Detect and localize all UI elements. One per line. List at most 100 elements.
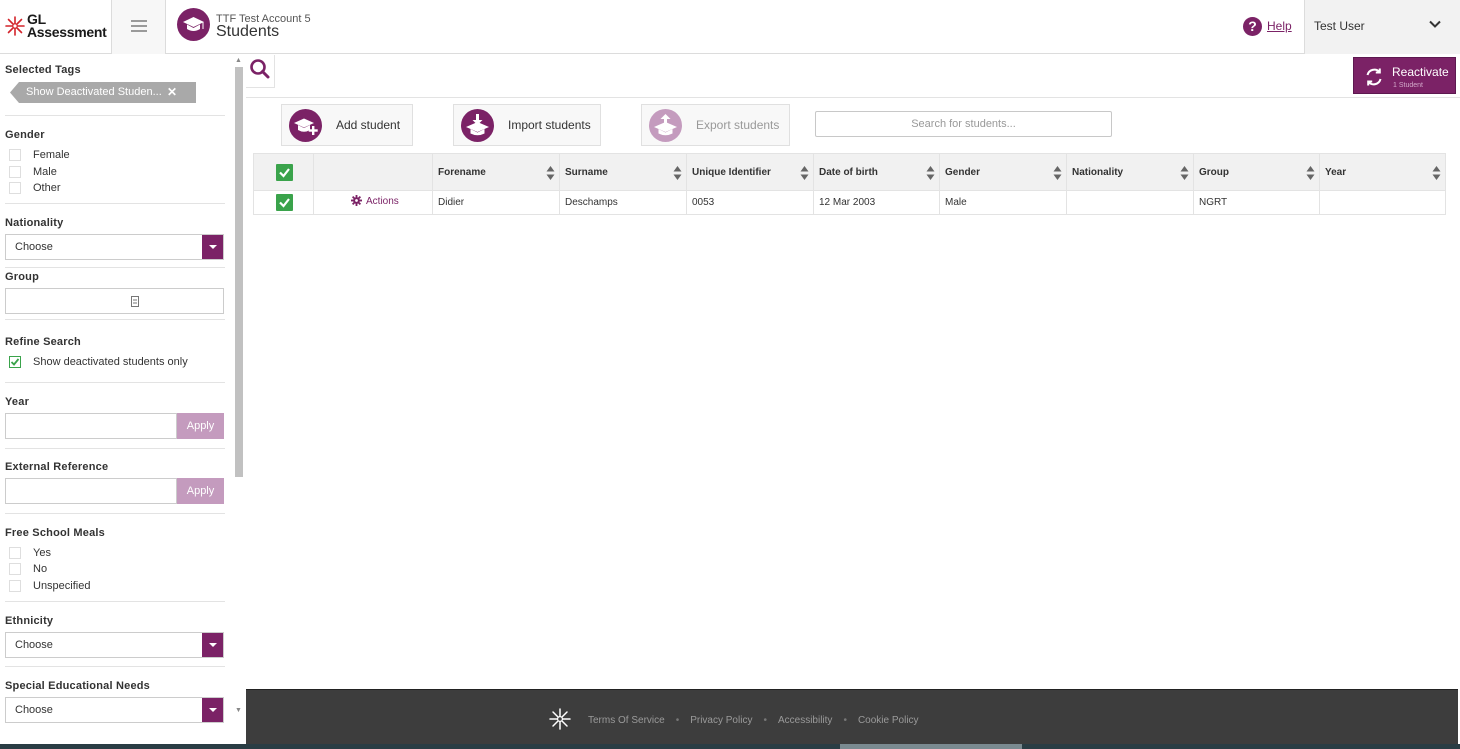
cell-text: Didier: [438, 197, 465, 208]
sen-select[interactable]: Choose: [5, 697, 224, 723]
footer-separator: •: [763, 715, 767, 726]
checkbox-label: Female: [33, 149, 70, 161]
ethnicity-select[interactable]: Choose: [5, 632, 224, 658]
graduation-cap-icon: [177, 8, 210, 41]
cell-unique-identifier: 0053: [687, 191, 814, 214]
sort-icon[interactable]: [1306, 165, 1315, 181]
checkbox[interactable]: [9, 563, 21, 575]
external-reference-apply-button[interactable]: Apply: [177, 478, 224, 504]
remove-tag-icon[interactable]: ✕: [167, 82, 177, 103]
column-header-label: Unique Identifier: [692, 167, 771, 178]
import-students-label: Import students: [508, 118, 591, 132]
year-heading: Year: [5, 396, 30, 408]
scroll-up-icon[interactable]: ▲: [235, 57, 242, 64]
column-header-forename[interactable]: Forename: [433, 154, 560, 190]
checkbox[interactable]: [9, 580, 21, 592]
column-header-label: Gender: [945, 167, 981, 178]
cookie-policy-link[interactable]: Cookie Policy: [858, 715, 919, 726]
accessibility-link[interactable]: Accessibility: [778, 715, 832, 726]
gear-icon: [351, 195, 362, 206]
checkbox[interactable]: [9, 182, 21, 194]
year-apply-button[interactable]: Apply: [177, 413, 224, 439]
checkbox-label: Show deactivated students only: [33, 356, 188, 368]
scroll-down-icon[interactable]: ▼: [235, 707, 242, 714]
hamburger-menu-button[interactable]: [112, 0, 166, 54]
select-all-cell: [254, 154, 314, 190]
add-student-label: Add student: [336, 118, 401, 132]
dropdown-caret-icon[interactable]: [202, 235, 223, 259]
sort-icon[interactable]: [1053, 165, 1062, 181]
help-icon[interactable]: ?: [1243, 17, 1262, 36]
checkbox[interactable]: [9, 547, 21, 559]
gl-assessment-logo[interactable]: GL Assessment: [0, 0, 112, 54]
bottom-bar-segment: [840, 744, 1022, 749]
column-header-year[interactable]: Year: [1320, 154, 1445, 190]
ethnicity-heading: Ethnicity: [5, 615, 54, 627]
terms-of-service-link[interactable]: Terms Of Service: [588, 715, 665, 726]
main-content: Reactivate 1 Student Add student Import …: [246, 55, 1460, 689]
import-students-button[interactable]: Import students: [453, 104, 601, 146]
checkbox-checked[interactable]: [9, 356, 21, 368]
column-header-date-of-birth[interactable]: Date of birth: [814, 154, 940, 190]
gl-star-footer-icon: [549, 708, 571, 730]
help-link[interactable]: Help: [1267, 19, 1292, 33]
sort-icon[interactable]: [1180, 165, 1189, 181]
column-header-label: Surname: [565, 167, 608, 178]
dropdown-caret-icon[interactable]: [202, 698, 223, 722]
column-header-label: Date of birth: [819, 167, 878, 178]
magnifier-icon: [250, 59, 270, 79]
sort-icon[interactable]: [926, 165, 935, 181]
page-footer: Terms Of Service • Privacy Policy • Accessib…: [246, 689, 1458, 744]
search-toggle-button[interactable]: [246, 55, 275, 88]
export-students-button[interactable]: Export students: [641, 104, 790, 146]
table-row[interactable]: Actions Didier Deschamps 0053 12 Mar 200…: [253, 191, 1446, 215]
privacy-policy-link[interactable]: Privacy Policy: [690, 715, 752, 726]
cell-date-of-birth: 12 Mar 2003: [814, 191, 940, 214]
refresh-icon: [1366, 68, 1382, 86]
filter-sidebar: ▲ ▼ Selected Tags Show Deactivated Stude…: [0, 55, 246, 749]
column-header-label: Forename: [438, 167, 486, 178]
sort-icon[interactable]: [800, 165, 809, 181]
student-search-input[interactable]: Search for students...: [815, 111, 1112, 137]
checkbox[interactable]: [9, 166, 21, 178]
external-reference-heading: External Reference: [5, 461, 109, 473]
column-header-nationality[interactable]: Nationality: [1067, 154, 1194, 190]
scroll-thumb[interactable]: [235, 67, 243, 477]
add-student-button[interactable]: Add student: [281, 104, 413, 146]
nationality-select-value: Choose: [15, 241, 53, 253]
checkmark-icon: [279, 168, 290, 178]
hamburger-line: [131, 20, 147, 22]
group-picker[interactable]: [5, 288, 224, 314]
gl-star-logo-icon: [5, 16, 25, 36]
window-bottom-bar: [0, 744, 1460, 749]
hamburger-line: [131, 25, 147, 27]
sen-select-value: Choose: [15, 704, 53, 716]
nationality-select[interactable]: Choose: [5, 234, 224, 260]
checkbox[interactable]: [9, 149, 21, 161]
sort-icon[interactable]: [1432, 165, 1441, 181]
column-header-group[interactable]: Group: [1194, 154, 1320, 190]
dropdown-caret-icon[interactable]: [202, 633, 223, 657]
divider: [5, 448, 225, 449]
checkmark-icon: [279, 198, 290, 208]
divider: [5, 382, 225, 383]
external-reference-input[interactable]: [5, 478, 177, 504]
divider: [5, 203, 225, 204]
reactivate-button[interactable]: Reactivate 1 Student: [1353, 57, 1456, 94]
column-header-surname[interactable]: Surname: [560, 154, 687, 190]
column-header-unique-identifier[interactable]: Unique Identifier: [687, 154, 814, 190]
sort-icon[interactable]: [673, 165, 682, 181]
column-header-label: Group: [1199, 167, 1229, 178]
cell-text: NGRT: [1199, 197, 1228, 208]
selected-tag-label: Show Deactivated Studen...: [26, 86, 162, 98]
user-menu[interactable]: Test User: [1304, 0, 1460, 54]
column-header-gender[interactable]: Gender: [940, 154, 1067, 190]
row-actions-menu[interactable]: Actions: [351, 195, 399, 207]
sort-icon[interactable]: [546, 165, 555, 181]
year-input[interactable]: [5, 413, 177, 439]
sidebar-scrollbar[interactable]: ▲ ▼: [234, 57, 243, 717]
select-all-checkbox[interactable]: [276, 164, 293, 181]
cell-gender: Male: [940, 191, 1067, 214]
row-select-checkbox[interactable]: [276, 194, 293, 211]
actions-label: Actions: [366, 196, 399, 207]
